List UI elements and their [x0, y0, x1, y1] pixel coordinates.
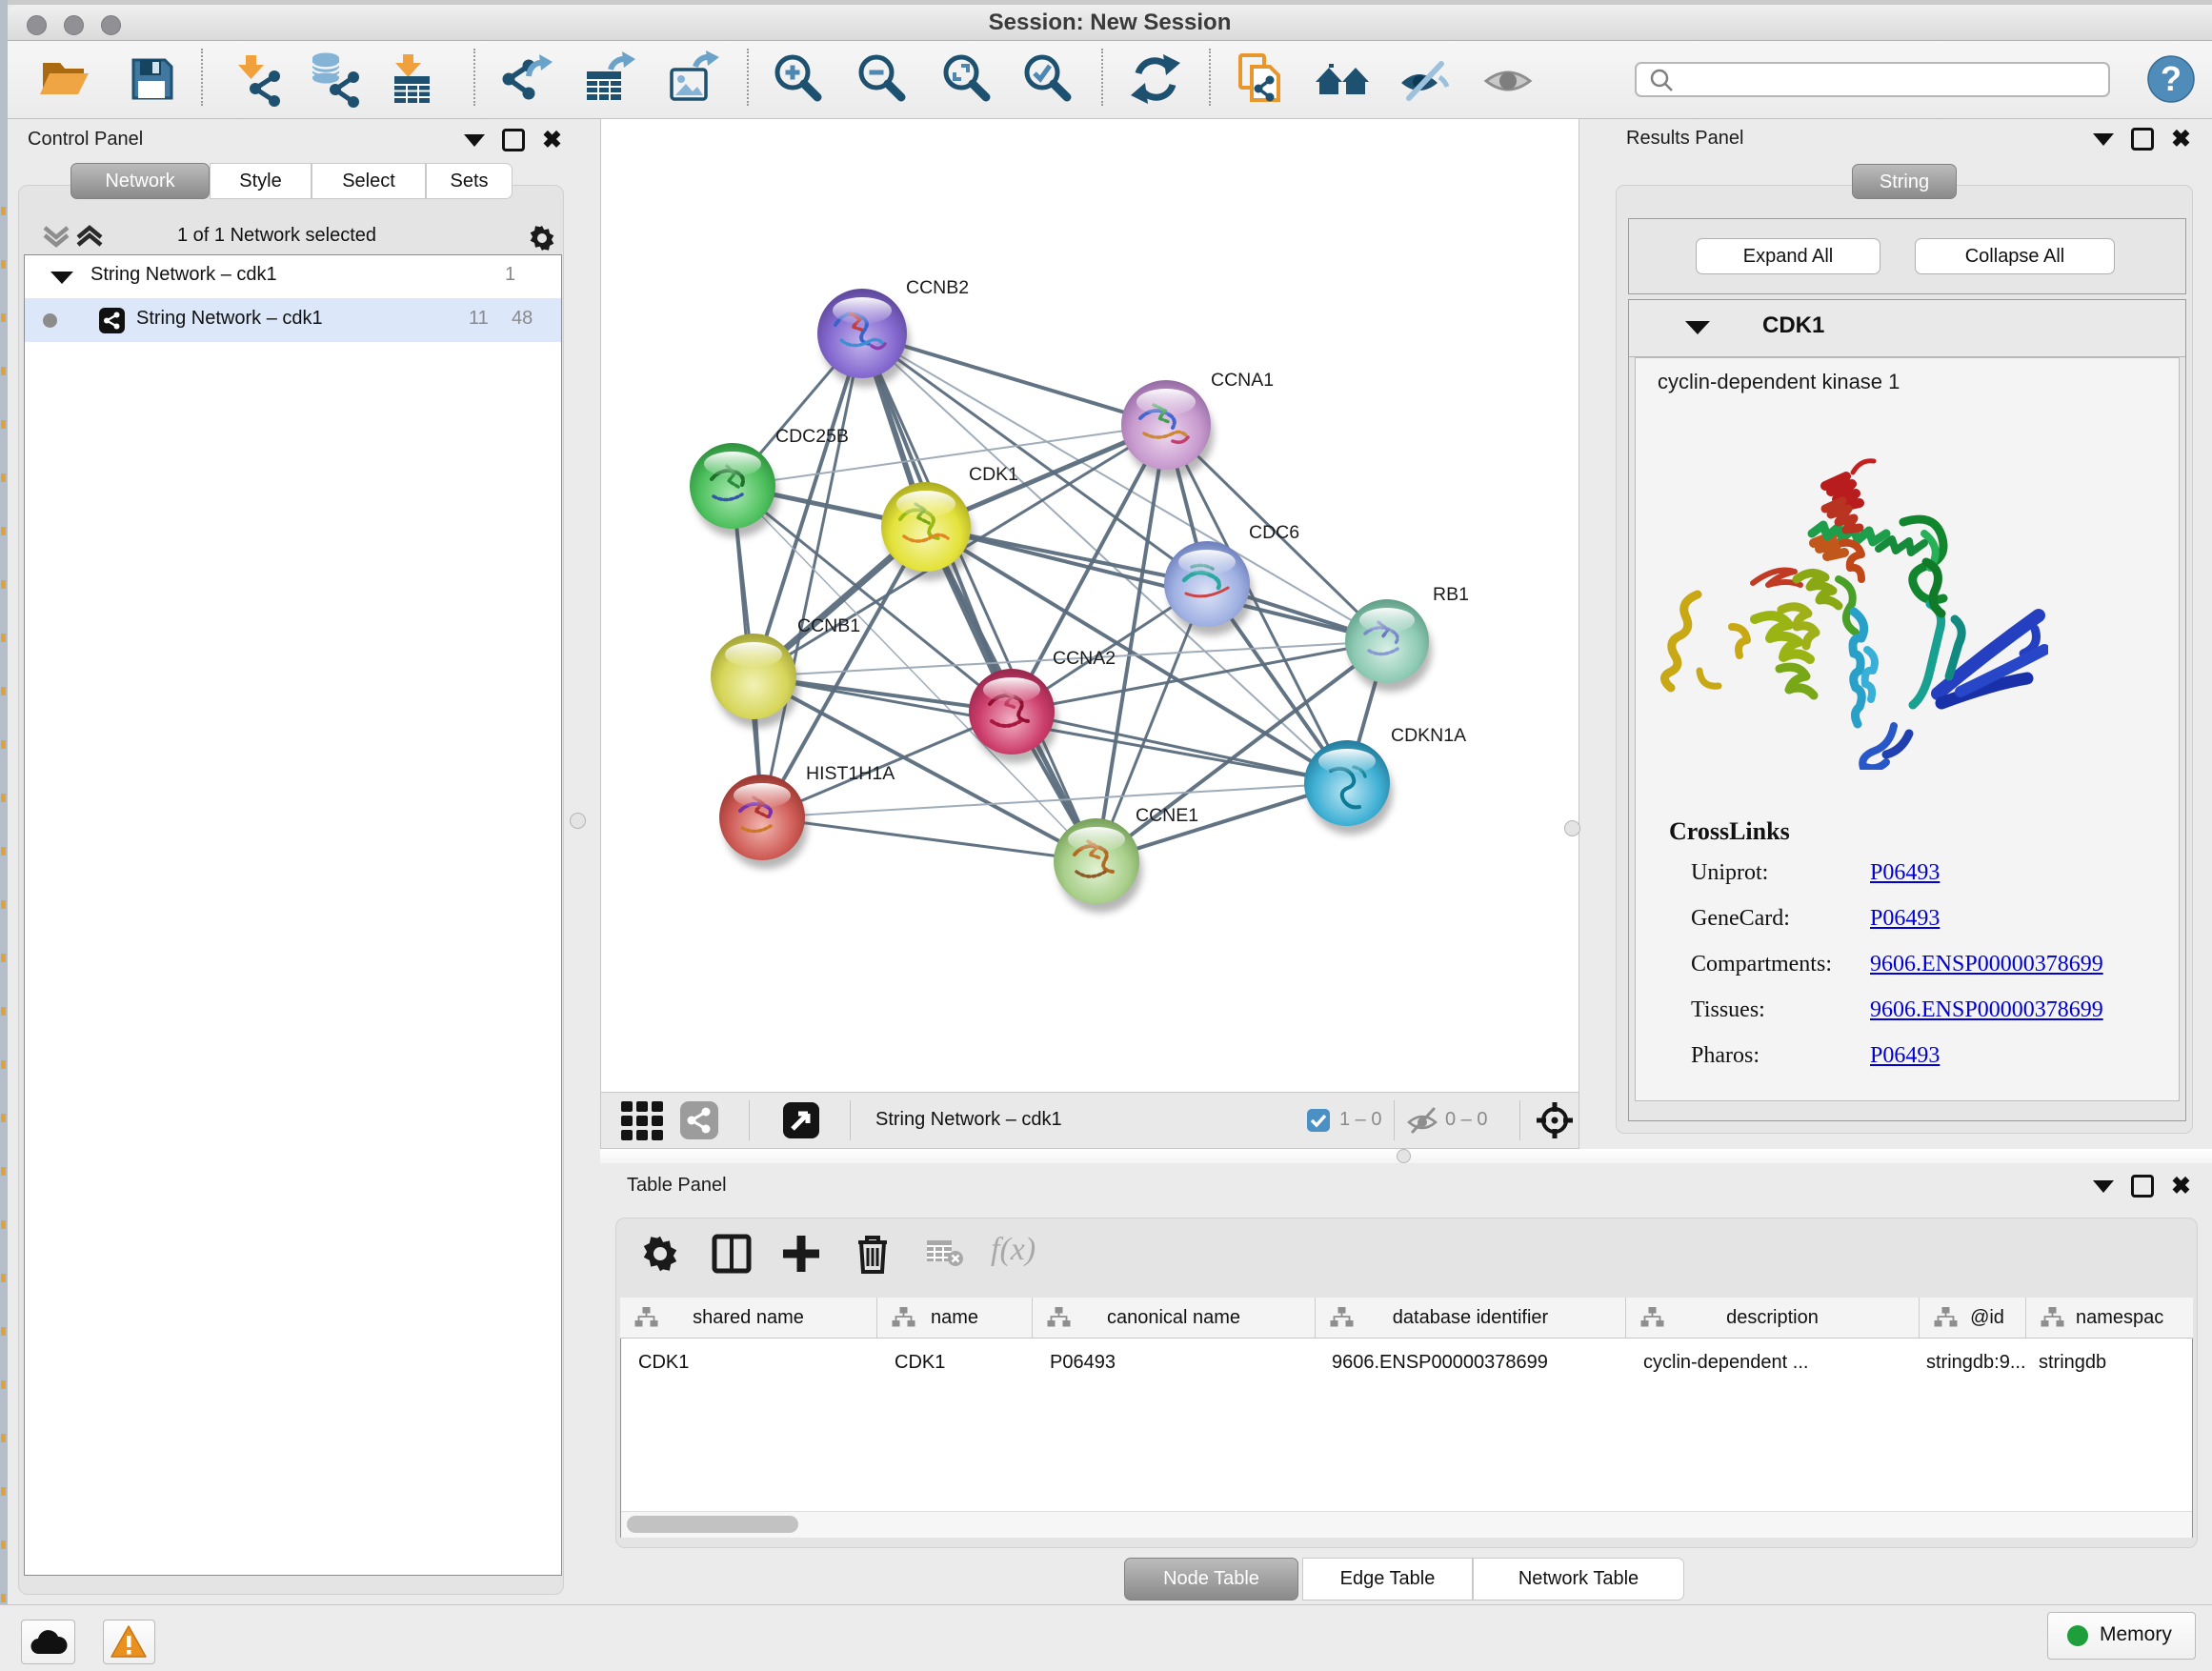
svg-text:CCNB1: CCNB1: [797, 615, 860, 636]
svg-text:?: ?: [2161, 59, 2182, 98]
svg-text:CDC6: CDC6: [1249, 522, 1299, 543]
svg-text:CCNA2: CCNA2: [1053, 648, 1116, 669]
svg-text:CDKN1A: CDKN1A: [1391, 725, 1466, 746]
svg-text:CCNE1: CCNE1: [1136, 805, 1198, 826]
svg-text:RB1: RB1: [1433, 584, 1469, 605]
svg-text:CCNB2: CCNB2: [906, 277, 969, 298]
svg-text:CDK1: CDK1: [969, 464, 1018, 485]
svg-text:HIST1H1A: HIST1H1A: [806, 763, 895, 784]
svg-text:CCNA1: CCNA1: [1211, 370, 1274, 391]
svg-text:CDC25B: CDC25B: [775, 426, 849, 447]
